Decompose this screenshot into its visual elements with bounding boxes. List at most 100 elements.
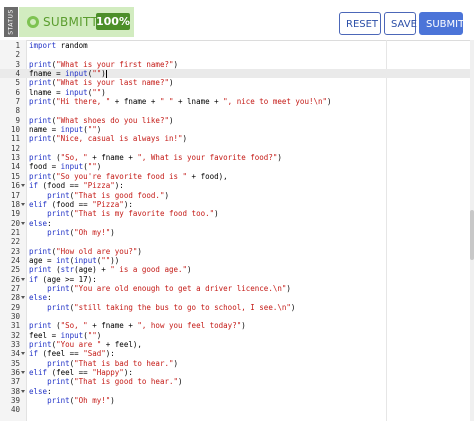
fold-arrow-icon[interactable] xyxy=(21,352,25,356)
code-line[interactable]: 32 feel = input("") xyxy=(0,331,474,340)
code-line[interactable]: 9 print("What shoes do you like?") xyxy=(0,116,474,125)
code-line[interactable]: 16 if (food == "Pizza"): xyxy=(0,181,474,190)
code-text: print("That is good to hear.") xyxy=(47,377,183,387)
code-text: print("Nice, casual is always in!") xyxy=(29,134,188,144)
code-line[interactable]: 25 print (str(age) + " is a good age.") xyxy=(0,265,474,274)
code-line[interactable]: 18 elif (food == "Pizza"): xyxy=(0,200,474,209)
code-text: name = input("") xyxy=(29,125,102,135)
code-line[interactable]: 19 print("That is my favorite food too."… xyxy=(0,209,474,218)
line-number: 14 xyxy=(10,162,20,172)
code-text: print("Oh my!") xyxy=(47,396,115,406)
reset-button[interactable]: RESET xyxy=(339,12,381,35)
code-line[interactable]: 30 xyxy=(0,312,474,321)
code-line[interactable]: 10 name = input("") xyxy=(0,125,474,134)
code-text: elif (feel == "Happy"): xyxy=(29,368,133,378)
line-number: 28 xyxy=(10,293,20,303)
code-text: print("Hi there, " + fname + " " + lname… xyxy=(29,97,332,107)
fold-arrow-icon[interactable] xyxy=(21,389,25,393)
code-line[interactable]: 8 xyxy=(0,106,474,115)
line-number: 17 xyxy=(10,190,20,200)
fold-arrow-icon[interactable] xyxy=(21,371,25,375)
fold-arrow-icon[interactable] xyxy=(21,277,25,281)
code-text: print("So you're favorite food is " + fo… xyxy=(29,171,228,181)
code-line[interactable]: 3 print("What is your first name?") xyxy=(0,60,474,69)
code-line[interactable]: 7 print("Hi there, " + fname + " " + lnam… xyxy=(0,97,474,106)
line-number: 31 xyxy=(10,321,20,331)
fold-arrow-icon[interactable] xyxy=(21,184,25,188)
code-line[interactable]: 36 elif (feel == "Happy"): xyxy=(0,368,474,377)
line-number: 20 xyxy=(10,218,20,228)
code-line[interactable]: 31 print ("So, " + fname + ", how you fee… xyxy=(0,321,474,330)
code-text: print("That is good food.") xyxy=(47,190,169,200)
code-line[interactable]: 20 else: xyxy=(0,219,474,228)
code-text: else: xyxy=(29,218,52,228)
line-number: 34 xyxy=(10,349,20,359)
code-line[interactable]: 24 age = int(input("")) xyxy=(0,256,474,265)
code-text: print("What is your first name?") xyxy=(29,59,179,69)
code-line[interactable]: 2 xyxy=(0,50,474,59)
code-line[interactable]: 6 lname = input("") xyxy=(0,88,474,97)
line-number: 29 xyxy=(10,302,20,312)
code-line[interactable]: 27 print("You are old enough to get a dr… xyxy=(0,284,474,293)
code-line[interactable]: 34 if (feel == "Sad"): xyxy=(0,349,474,358)
code-text: lname = input("") xyxy=(29,87,106,97)
code-line[interactable]: 26 if (age >= 17): xyxy=(0,275,474,284)
code-editor[interactable]: 1 import random 2 3 print("What is your firs… xyxy=(0,41,474,415)
code-line[interactable]: 22 xyxy=(0,237,474,246)
code-line[interactable]: 37 print("That is good to hear.") xyxy=(0,377,474,386)
code-line[interactable]: 12 xyxy=(0,144,474,153)
line-number: 22 xyxy=(10,237,20,247)
line-number: 40 xyxy=(10,405,20,415)
status-tab-label: STATUS xyxy=(7,9,15,35)
line-number: 36 xyxy=(10,368,20,378)
code-text: print("That is my favorite food too.") xyxy=(47,209,219,219)
code-text: elif (food == "Pizza"): xyxy=(29,199,133,209)
code-line[interactable]: 38 else: xyxy=(0,387,474,396)
line-number: 25 xyxy=(10,265,20,275)
line-number: 16 xyxy=(10,181,20,191)
code-line[interactable]: 39 print("Oh my!") xyxy=(0,396,474,405)
submit-button[interactable]: SUBMIT xyxy=(419,12,464,35)
fold-arrow-icon[interactable] xyxy=(21,221,25,225)
line-number: 1 xyxy=(15,41,20,50)
status-tab[interactable]: STATUS xyxy=(4,7,18,37)
fold-arrow-icon[interactable] xyxy=(21,296,25,300)
code-line[interactable]: 14 food = input("") xyxy=(0,162,474,171)
line-number: 23 xyxy=(10,246,20,256)
line-number: 8 xyxy=(15,106,20,116)
toolbar: STATUS SUBMITTED 100% RESET SAVE SUBMIT xyxy=(0,0,474,41)
line-number: 30 xyxy=(10,311,20,321)
code-line[interactable]: 4 fname = input("") xyxy=(0,69,474,79)
line-number: 21 xyxy=(10,227,20,237)
line-number: 3 xyxy=(15,59,20,69)
scrollbar[interactable] xyxy=(470,40,474,421)
code-line[interactable]: 17 print("That is good food.") xyxy=(0,191,474,200)
code-line[interactable]: 35 print("That is bad to hear.") xyxy=(0,359,474,368)
check-circle-icon xyxy=(27,16,39,28)
code-line[interactable]: 21 print("Oh my!") xyxy=(0,228,474,237)
code-text: fname = input("") xyxy=(29,69,107,79)
scrollbar-thumb[interactable] xyxy=(470,210,474,260)
code-line[interactable]: 1 import random xyxy=(0,41,474,50)
line-number: 24 xyxy=(10,255,20,265)
code-line[interactable]: 23 print("How old are you?") xyxy=(0,247,474,256)
fold-arrow-icon[interactable] xyxy=(21,202,25,206)
code-line[interactable]: 28 else: xyxy=(0,293,474,302)
code-text: print("What is your last name?") xyxy=(29,78,174,88)
text-cursor xyxy=(105,70,107,79)
code-line[interactable]: 33 print("You are " + feel), xyxy=(0,340,474,349)
line-number: 2 xyxy=(15,50,20,60)
code-text: print("That is bad to hear.") xyxy=(47,358,179,368)
code-line[interactable]: 5 print("What is your last name?") xyxy=(0,78,474,87)
save-button[interactable]: SAVE xyxy=(384,12,417,35)
line-number: 15 xyxy=(10,171,20,181)
line-number: 18 xyxy=(10,199,20,209)
code-line[interactable]: 11 print("Nice, casual is always in!") xyxy=(0,134,474,143)
code-line[interactable]: 29 print("still taking the bus to go to … xyxy=(0,303,474,312)
line-number: 11 xyxy=(10,134,20,144)
code-line[interactable]: 40 xyxy=(0,405,474,414)
code-line[interactable]: 15 print("So you're favorite food is " + … xyxy=(0,172,474,181)
line-number: 27 xyxy=(10,283,20,293)
code-line[interactable]: 13 print ("So, " + fname + ", What is you… xyxy=(0,153,474,162)
code-text: print("You are " + feel), xyxy=(29,340,142,349)
